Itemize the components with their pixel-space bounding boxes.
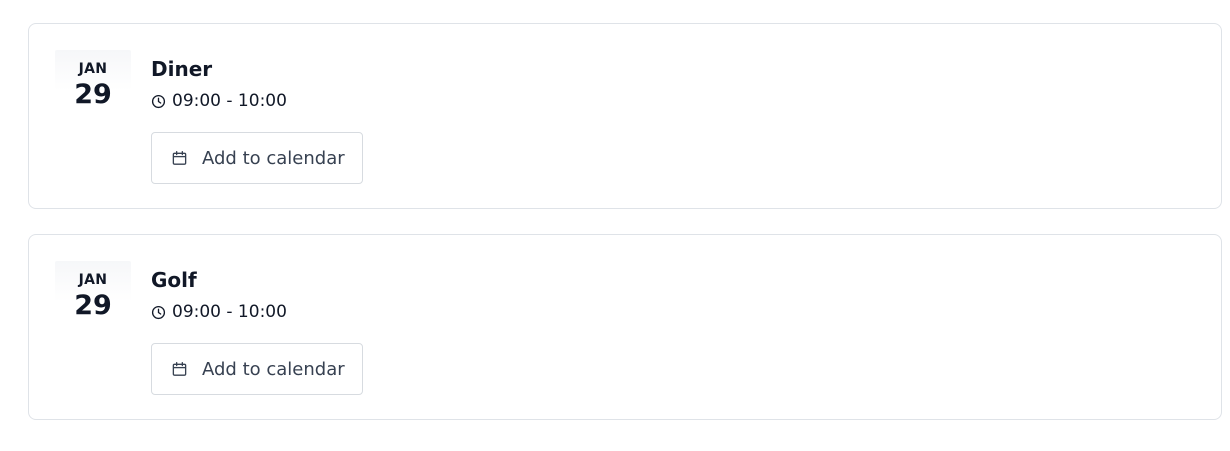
- event-time: 09:00 - 10:00: [151, 301, 287, 323]
- date-month: JAN: [78, 61, 108, 77]
- event-title: Diner: [151, 57, 213, 81]
- clock-icon: [151, 305, 166, 320]
- clock-icon: [151, 94, 166, 109]
- date-badge: JAN 29: [55, 50, 131, 118]
- event-time: 09:00 - 10:00: [151, 90, 287, 112]
- date-day: 29: [74, 290, 112, 321]
- date-day: 29: [74, 79, 112, 110]
- event-card: JAN 29 Golf 09:00 - 10:00 Add to calenda…: [28, 234, 1222, 420]
- event-list: JAN 29 Diner 09:00 - 10:00 Add to calend…: [0, 0, 1230, 451]
- event-title: Golf: [151, 268, 197, 292]
- date-month: JAN: [78, 272, 108, 288]
- calendar-icon: [171, 150, 188, 167]
- date-badge: JAN 29: [55, 261, 131, 329]
- add-to-calendar-label: Add to calendar: [202, 147, 345, 169]
- event-time-text: 09:00 - 10:00: [172, 302, 287, 322]
- event-card: JAN 29 Diner 09:00 - 10:00 Add to calend…: [28, 23, 1222, 209]
- add-to-calendar-label: Add to calendar: [202, 358, 345, 380]
- add-to-calendar-button[interactable]: Add to calendar: [151, 132, 363, 184]
- event-time-text: 09:00 - 10:00: [172, 91, 287, 111]
- calendar-icon: [171, 361, 188, 378]
- add-to-calendar-button[interactable]: Add to calendar: [151, 343, 363, 395]
